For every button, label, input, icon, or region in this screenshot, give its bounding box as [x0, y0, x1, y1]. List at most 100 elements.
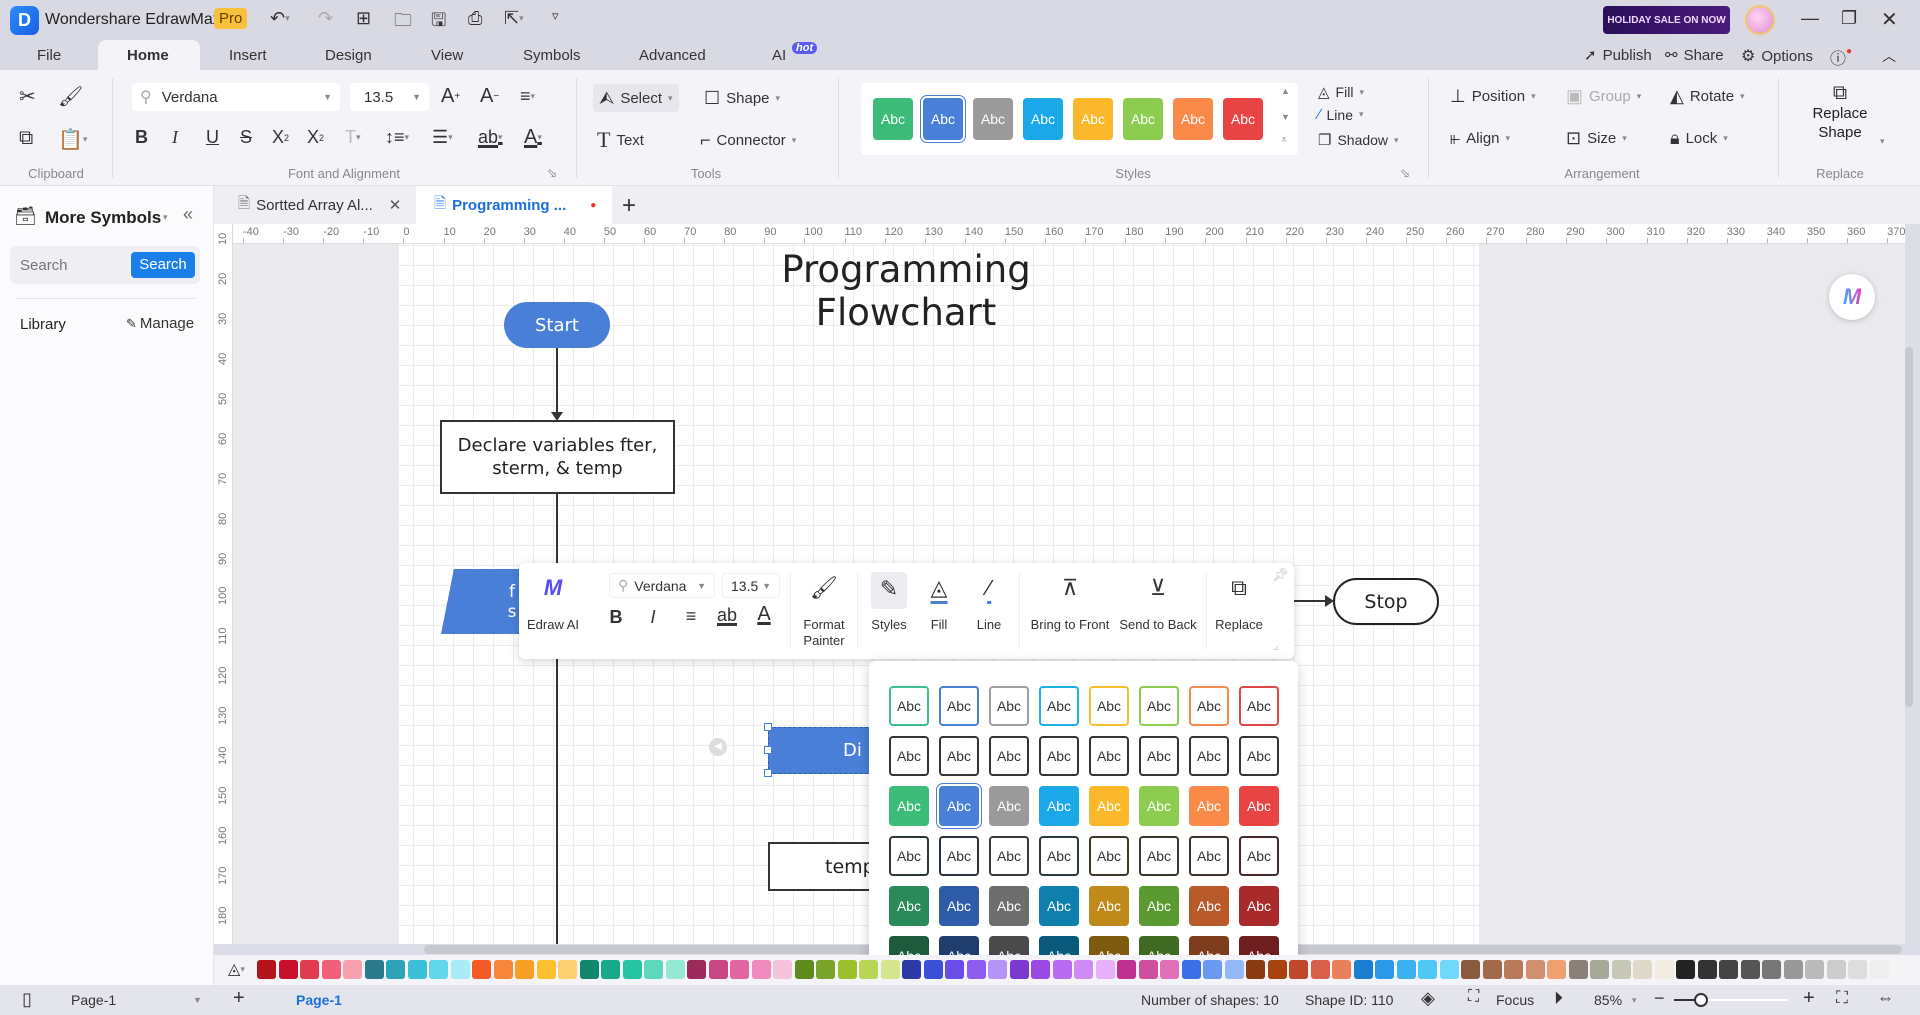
- line-icon[interactable]: ∕: [987, 575, 991, 604]
- color-swatch[interactable]: [880, 960, 900, 979]
- color-swatch[interactable]: [1547, 960, 1566, 979]
- tab-home[interactable]: Home: [127, 44, 169, 70]
- style-option[interactable]: Abc: [1239, 836, 1279, 876]
- doc-tab-active[interactable]: 🗎 Programming ... ●: [416, 186, 612, 224]
- align-button[interactable]: ⫦ Align ▾: [1450, 128, 1510, 149]
- color-swatch[interactable]: [1267, 960, 1287, 979]
- bullets-icon[interactable]: ☰ ▾: [432, 127, 453, 148]
- style-swatch[interactable]: Abc: [1123, 98, 1163, 140]
- style-swatch[interactable]: Abc: [1173, 98, 1213, 140]
- page-select[interactable]: Page-1: [71, 992, 116, 1008]
- color-swatch[interactable]: [601, 960, 620, 979]
- color-swatch[interactable]: [278, 960, 298, 979]
- style-swatch[interactable]: Abc: [873, 98, 913, 140]
- text-effect-icon[interactable]: T ▾: [345, 127, 361, 148]
- highlight-icon[interactable]: ab: [717, 605, 737, 626]
- color-swatch[interactable]: [1719, 960, 1738, 979]
- style-option[interactable]: Abc: [1139, 686, 1179, 726]
- style-option[interactable]: Abc: [939, 736, 979, 776]
- page-panel-icon[interactable]: ▯: [22, 989, 32, 1010]
- style-option[interactable]: Abc: [1189, 836, 1229, 876]
- add-page-icon[interactable]: +: [233, 987, 245, 1010]
- pin-icon[interactable]: 📌︎: [1272, 567, 1289, 583]
- line-label[interactable]: Line: [977, 617, 1002, 632]
- color-swatch[interactable]: [859, 960, 878, 979]
- new-tab-icon[interactable]: +: [622, 192, 636, 220]
- color-swatch[interactable]: [1117, 960, 1136, 979]
- gallery-down-icon[interactable]: ▼: [1281, 112, 1290, 122]
- color-swatch[interactable]: [966, 960, 986, 979]
- color-swatch[interactable]: [1181, 960, 1201, 979]
- bold-icon[interactable]: B: [610, 607, 623, 628]
- color-swatch[interactable]: [622, 960, 642, 979]
- rotate-handle-icon[interactable]: ◀: [709, 738, 727, 756]
- color-swatch[interactable]: [1805, 960, 1824, 979]
- float-font-select[interactable]: ⚲ Verdana ▼: [609, 573, 715, 598]
- style-option[interactable]: Abc: [1139, 786, 1179, 826]
- replace-icon[interactable]: ⧉: [1231, 575, 1247, 601]
- line-spacing-icon[interactable]: ↕≡ ▾: [385, 127, 409, 148]
- style-option[interactable]: Abc: [1089, 736, 1129, 776]
- style-swatch[interactable]: Abc: [1223, 98, 1263, 140]
- color-swatch[interactable]: [1396, 960, 1416, 979]
- style-option[interactable]: Abc: [1039, 786, 1079, 826]
- style-option[interactable]: Abc: [889, 886, 929, 926]
- resize-handle[interactable]: [764, 769, 772, 777]
- line-button[interactable]: ∕ Line ▾: [1318, 106, 1364, 123]
- style-option[interactable]: Abc: [889, 786, 929, 826]
- color-swatch[interactable]: [450, 960, 470, 979]
- color-swatch[interactable]: [536, 960, 556, 979]
- color-swatch[interactable]: [1504, 960, 1523, 979]
- style-option[interactable]: Abc: [1039, 886, 1079, 926]
- color-swatch[interactable]: [945, 960, 964, 979]
- underline-icon[interactable]: U: [206, 127, 219, 148]
- decrease-font-icon[interactable]: A −: [480, 85, 499, 108]
- copy-icon[interactable]: ⧉: [19, 127, 33, 150]
- connector-button[interactable]: ⌐ Connector ▾: [700, 126, 796, 154]
- zoom-level[interactable]: 85%: [1594, 992, 1622, 1008]
- color-swatch[interactable]: [1009, 960, 1029, 979]
- italic-icon[interactable]: I: [172, 127, 178, 148]
- paste-icon[interactable]: 📋 ▾: [58, 127, 87, 152]
- color-swatch[interactable]: [1568, 960, 1588, 979]
- color-swatch[interactable]: [1826, 960, 1846, 979]
- color-swatch[interactable]: [1611, 960, 1631, 979]
- symbol-search-input[interactable]: [20, 251, 125, 279]
- style-swatch[interactable]: Abc: [1023, 98, 1063, 140]
- font-color-icon[interactable]: A ▾: [524, 126, 542, 149]
- color-swatch[interactable]: [429, 960, 448, 979]
- style-option[interactable]: Abc: [1189, 786, 1229, 826]
- increase-font-icon[interactable]: A +: [441, 85, 460, 108]
- style-option[interactable]: Abc: [889, 686, 929, 726]
- font-family-select[interactable]: ⚲ Verdana ▼: [132, 83, 340, 111]
- color-swatch[interactable]: [1203, 960, 1222, 979]
- style-option[interactable]: Abc: [1139, 736, 1179, 776]
- promo-banner[interactable]: HOLIDAY SALE ON NOW: [1603, 6, 1730, 34]
- font-dialog-launcher-icon[interactable]: ⬂: [547, 166, 557, 180]
- style-option[interactable]: Abc: [989, 886, 1029, 926]
- resize-corner-icon[interactable]: ⌟: [1273, 639, 1278, 652]
- color-swatch[interactable]: [988, 960, 1007, 979]
- color-swatch[interactable]: [1633, 960, 1652, 979]
- zoom-dropdown-icon[interactable]: ▾: [1632, 995, 1637, 1006]
- color-swatch[interactable]: [794, 960, 814, 979]
- color-swatch[interactable]: [1697, 960, 1717, 979]
- color-swatch[interactable]: [816, 960, 835, 979]
- play-icon[interactable]: ⏵: [1554, 988, 1563, 1009]
- close-icon[interactable]: ✕: [1881, 7, 1898, 32]
- style-swatch[interactable]: Abc: [973, 98, 1013, 140]
- style-option[interactable]: Abc: [1089, 686, 1129, 726]
- color-swatch[interactable]: [708, 960, 728, 979]
- color-swatch[interactable]: [644, 960, 663, 979]
- tab-view[interactable]: View: [431, 44, 463, 70]
- more-symbols-title[interactable]: More Symbols: [45, 208, 161, 228]
- style-option[interactable]: Abc: [989, 786, 1029, 826]
- declare-variables-node[interactable]: Declare variables fter, sterm, & temp: [440, 420, 675, 494]
- subscript-icon[interactable]: X2: [307, 127, 324, 148]
- font-color-icon[interactable]: A: [757, 603, 770, 626]
- color-swatch[interactable]: [1031, 960, 1050, 979]
- customize-icon[interactable]: ▿: [552, 8, 559, 24]
- color-swatch[interactable]: [665, 960, 685, 979]
- send-to-back-label[interactable]: Send to Back: [1119, 617, 1196, 632]
- focus-label[interactable]: Focus: [1496, 992, 1534, 1008]
